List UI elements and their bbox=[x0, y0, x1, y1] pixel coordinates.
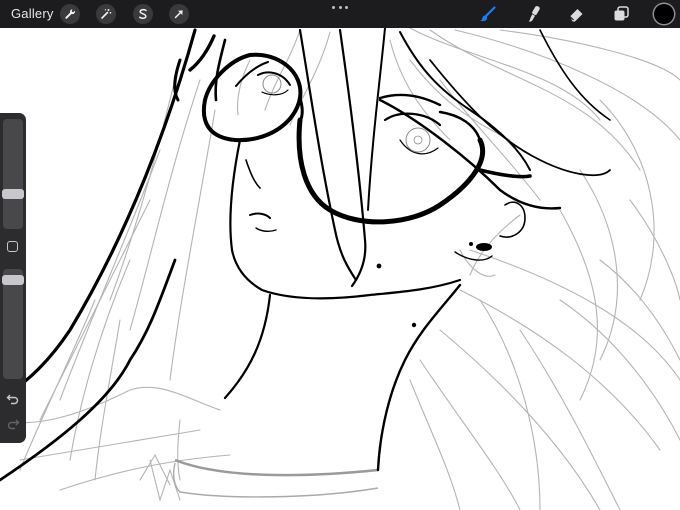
top-toolbar: Gallery bbox=[0, 0, 680, 28]
opacity-handle[interactable] bbox=[2, 275, 24, 285]
left-sidebar bbox=[0, 113, 26, 443]
redo-icon[interactable] bbox=[6, 417, 20, 430]
color-picker-button[interactable] bbox=[654, 4, 674, 24]
layers-icon[interactable] bbox=[611, 4, 631, 24]
brush-size-slider[interactable] bbox=[3, 119, 23, 229]
brush-icon[interactable] bbox=[478, 4, 498, 24]
wrench-icon[interactable] bbox=[60, 4, 80, 24]
magic-wand-icon[interactable] bbox=[96, 4, 116, 24]
brush-size-handle[interactable] bbox=[2, 189, 24, 199]
drawing-canvas[interactable] bbox=[0, 28, 680, 510]
selection-icon[interactable] bbox=[133, 4, 153, 24]
transform-arrow-icon[interactable] bbox=[169, 4, 189, 24]
beauty-mark bbox=[411, 322, 417, 328]
smudge-icon[interactable] bbox=[524, 4, 544, 24]
beauty-mark bbox=[376, 263, 382, 269]
earring bbox=[476, 243, 492, 251]
undo-icon[interactable] bbox=[6, 392, 20, 405]
opacity-slider[interactable] bbox=[3, 269, 23, 379]
gallery-button[interactable]: Gallery bbox=[11, 6, 54, 21]
line-art-drawing bbox=[0, 28, 680, 510]
more-options-icon[interactable] bbox=[332, 6, 348, 10]
eraser-icon[interactable] bbox=[566, 4, 586, 24]
modify-square-icon[interactable] bbox=[7, 241, 18, 252]
